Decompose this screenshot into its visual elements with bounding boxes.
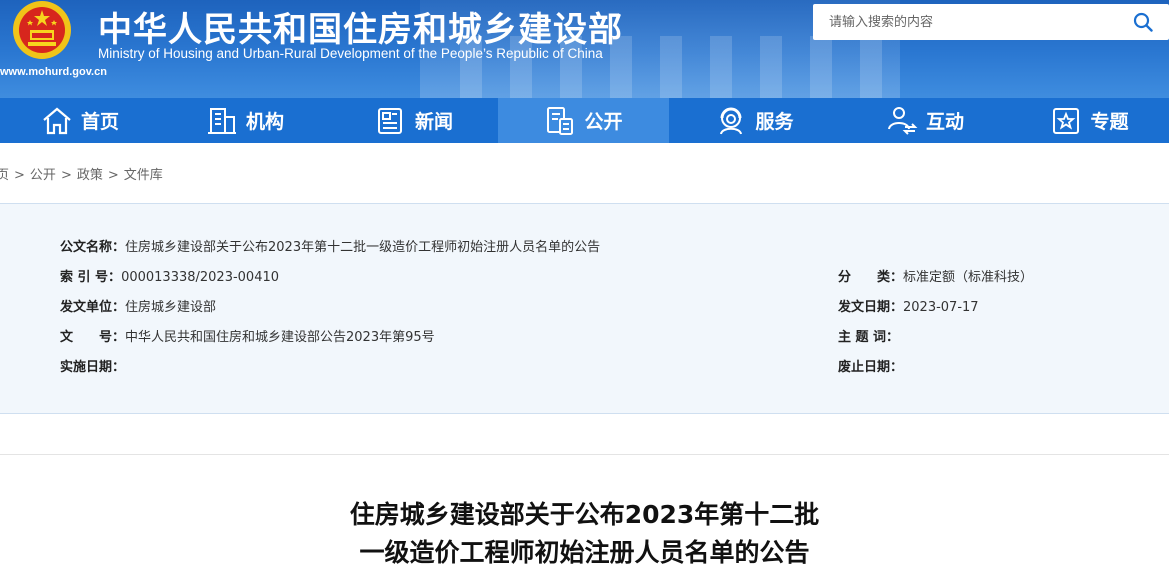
- breadcrumb-public[interactable]: 公开: [30, 168, 56, 183]
- news-icon: [377, 107, 402, 134]
- building-icon: [207, 107, 236, 134]
- nav-label: 专题: [1090, 111, 1129, 133]
- document-meta-box: 公文名称：住房城乡建设部关于公布2023年第十二批一级造价工程师初始注册人员名单…: [0, 203, 1169, 414]
- meta-expiry-date: 废止日期：: [838, 360, 904, 375]
- meta-doc-number: 文 号：中华人民共和国住房和城乡建设部公告2023年第95号: [60, 330, 435, 345]
- site-header: 中华人民共和国住房和城乡建设部 Ministry of Housing and …: [0, 0, 1169, 98]
- meta-keywords: 主 题 词：: [838, 330, 900, 345]
- breadcrumb-separator: >: [107, 168, 119, 183]
- breadcrumb-separator: >: [60, 168, 72, 183]
- breadcrumb-home[interactable]: 页: [0, 168, 9, 183]
- breadcrumb: 页 > 公开 > 政策 > 文件库: [0, 164, 163, 183]
- divider: [0, 454, 1169, 455]
- main-nav: 首页 机构 新闻 公开 服务 互动 专题: [0, 98, 1169, 143]
- nav-label: 首页: [80, 111, 119, 133]
- site-subtitle: Ministry of Housing and Urban-Rural Deve…: [98, 46, 603, 61]
- article-title-line1: 住房城乡建设部关于公布2023年第十二批: [349, 500, 820, 529]
- nav-item-public[interactable]: 公开: [498, 98, 669, 143]
- meta-effective-date: 实施日期：: [60, 360, 126, 375]
- nav-label: 机构: [245, 111, 284, 133]
- topic-icon: [1053, 107, 1080, 134]
- meta-index: 索 引 号：000013338/2023-00410: [60, 270, 280, 285]
- article-title-line2: 一级造价工程师初始注册人员名单的公告: [359, 538, 810, 567]
- nav-item-organization[interactable]: 机构: [160, 98, 330, 143]
- site-title[interactable]: 中华人民共和国住房和城乡建设部: [98, 2, 623, 51]
- meta-category: 分 类：标准定额（标准科技）: [838, 270, 1034, 285]
- search-icon[interactable]: [1133, 12, 1153, 32]
- nav-label: 公开: [584, 111, 623, 133]
- nav-item-news[interactable]: 新闻: [330, 98, 498, 143]
- nav-label: 服务: [755, 111, 794, 133]
- site-url[interactable]: www.mohurd.gov.cn: [0, 66, 107, 78]
- interaction-icon: [887, 106, 918, 135]
- nav-item-service[interactable]: 服务: [669, 98, 840, 143]
- service-icon: [720, 107, 743, 134]
- breadcrumb-library[interactable]: 文件库: [124, 168, 163, 183]
- search-input[interactable]: [813, 4, 1123, 40]
- article-title: 住房城乡建设部关于公布2023年第十二批 一级造价工程师初始注册人员名单的公告: [0, 496, 1169, 572]
- home-icon: [43, 107, 71, 134]
- nav-label: 新闻: [414, 111, 453, 133]
- meta-issue-date: 发文日期：2023-07-17: [838, 300, 979, 315]
- search-box: [813, 4, 1169, 40]
- meta-doc-name: 公文名称：住房城乡建设部关于公布2023年第十二批一级造价工程师初始注册人员名单…: [60, 240, 601, 255]
- meta-issuer: 发文单位：住房城乡建设部: [60, 300, 217, 315]
- nav-item-home[interactable]: 首页: [0, 98, 160, 143]
- nav-label: 互动: [925, 111, 964, 133]
- nav-item-interaction[interactable]: 互动: [840, 98, 1010, 143]
- national-emblem-icon[interactable]: [10, 0, 74, 64]
- breadcrumb-policy[interactable]: 政策: [77, 168, 103, 183]
- nav-item-topic[interactable]: 专题: [1010, 98, 1169, 143]
- breadcrumb-separator: >: [14, 168, 25, 183]
- public-docs-icon: [547, 106, 574, 135]
